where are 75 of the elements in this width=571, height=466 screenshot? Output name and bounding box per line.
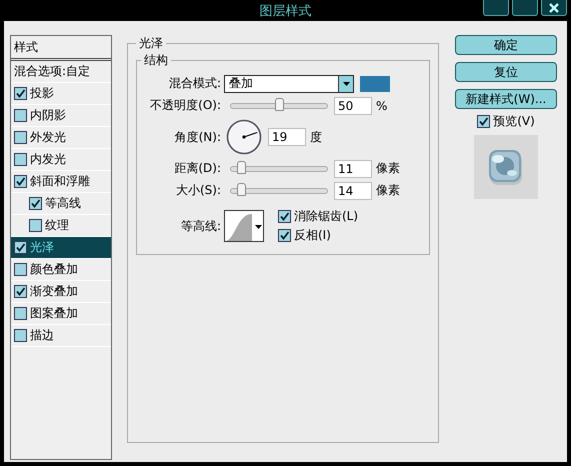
- close-button[interactable]: [541, 0, 567, 16]
- unit-label: 像素: [376, 182, 400, 199]
- style-item[interactable]: 描边: [11, 325, 111, 347]
- checkbox[interactable]: [29, 219, 42, 232]
- field-label: 角度(N):: [174, 128, 222, 146]
- minimize-button[interactable]: [483, 0, 509, 16]
- checkbox[interactable]: [29, 197, 42, 210]
- checkbox[interactable]: [477, 115, 490, 128]
- value-field[interactable]: 19: [268, 128, 306, 146]
- value-field[interactable]: 50: [334, 96, 372, 114]
- close-icon: [548, 2, 560, 14]
- checkbox[interactable]: [14, 109, 27, 122]
- caret-icon: [255, 225, 262, 229]
- maximize-button[interactable]: [512, 0, 538, 16]
- checkbox[interactable]: [278, 229, 291, 242]
- style-label: 内发光: [30, 151, 66, 168]
- value-field[interactable]: 14: [334, 182, 372, 200]
- dialog-button[interactable]: 复位: [455, 62, 557, 82]
- style-item[interactable]: 内发光: [11, 149, 111, 171]
- value-field[interactable]: 11: [334, 160, 372, 178]
- angle-dial[interactable]: [226, 119, 262, 155]
- field-label: 混合模式:: [168, 75, 222, 92]
- checkbox-label: 消除锯齿(L): [294, 208, 358, 225]
- checkbox[interactable]: [14, 285, 27, 298]
- slider-thumb[interactable]: [236, 160, 246, 174]
- checkbox[interactable]: [14, 241, 27, 254]
- checkbox[interactable]: [14, 329, 27, 342]
- style-item[interactable]: 投影: [11, 83, 111, 105]
- checkbox-label: 反相(I): [294, 227, 331, 244]
- window-title: 图层样式: [260, 2, 312, 20]
- blend-options-item[interactable]: 混合选项:自定: [11, 61, 111, 83]
- contour-picker[interactable]: [224, 210, 264, 242]
- style-label: 颜色叠加: [30, 261, 78, 278]
- style-item[interactable]: 颜色叠加: [11, 259, 111, 281]
- style-label: 内阴影: [30, 107, 66, 124]
- style-label: 描边: [30, 327, 54, 344]
- style-item[interactable]: 斜面和浮雕: [11, 171, 111, 193]
- checkbox[interactable]: [14, 175, 27, 188]
- style-item[interactable]: 内阴影: [11, 105, 111, 127]
- checkbox[interactable]: [14, 87, 27, 100]
- style-label: 斜面和浮雕: [30, 173, 90, 190]
- style-label: 投影: [30, 85, 54, 102]
- style-label: 等高线: [45, 195, 81, 212]
- checkbox[interactable]: [14, 153, 27, 166]
- checkbox[interactable]: [14, 307, 27, 320]
- group-title: 结构: [143, 52, 169, 69]
- style-item[interactable]: 等高线: [11, 193, 111, 215]
- dialog-button[interactable]: 新建样式(W)...: [455, 89, 557, 109]
- checkbox[interactable]: [14, 263, 27, 276]
- unit-label: 度: [310, 128, 322, 146]
- style-label: 图案叠加: [30, 305, 78, 322]
- field-label: 等高线:: [180, 218, 222, 234]
- style-item[interactable]: 光泽: [11, 237, 111, 259]
- style-item[interactable]: 图案叠加: [11, 303, 111, 325]
- style-item[interactable]: 渐变叠加: [11, 281, 111, 303]
- slider-thumb[interactable]: [275, 98, 284, 110]
- checkbox[interactable]: [14, 131, 27, 144]
- panel-title: 光泽: [138, 35, 164, 52]
- style-label: 渐变叠加: [30, 283, 78, 300]
- checkbox[interactable]: [278, 210, 291, 223]
- style-label: 纹理: [45, 217, 69, 234]
- dialog-button[interactable]: 确定: [455, 35, 557, 55]
- style-label: 光泽: [30, 239, 54, 256]
- style-label: 外发光: [30, 129, 66, 146]
- list-header: 样式: [11, 36, 111, 61]
- unit-label: 像素: [376, 160, 400, 177]
- blend-mode-dropdown[interactable]: 叠加: [224, 74, 354, 92]
- field-label: 不透明度(O):: [149, 97, 222, 114]
- slider-thumb[interactable]: [236, 182, 246, 196]
- field-label: 大小(S):: [174, 182, 222, 199]
- color-swatch[interactable]: [360, 76, 390, 92]
- style-item[interactable]: 外发光: [11, 127, 111, 149]
- unit-label: %: [376, 98, 388, 112]
- field-label: 距离(D):: [173, 160, 222, 177]
- checkbox-label: 预览(V): [493, 113, 535, 130]
